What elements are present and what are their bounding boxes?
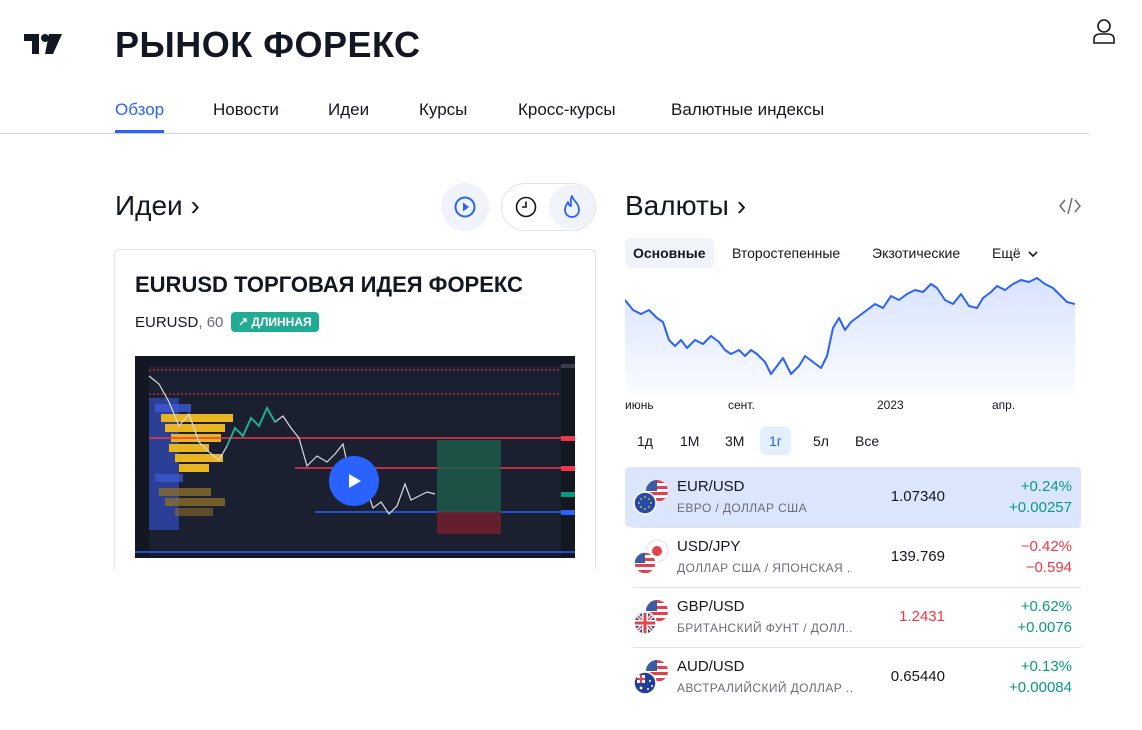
pair-description: БРИТАНСКИЙ ФУНТ / ДОЛЛ...: [677, 621, 852, 635]
tab-more[interactable]: Ещё: [984, 238, 1046, 268]
section-tabs: Обзор Новости Идеи Курсы Кросс-курсы Вал…: [0, 96, 1089, 134]
idea-symbol-meta[interactable]: EURUSD, 60: [135, 314, 223, 331]
ideas-sort-toggle: [501, 183, 596, 231]
row-divider: [633, 587, 1081, 588]
currencies-heading-link[interactable]: Валюты ›: [625, 190, 746, 222]
range-1m[interactable]: 1М: [671, 427, 708, 455]
tab-ideas[interactable]: Идеи: [328, 100, 369, 130]
pair-description: ДОЛЛАР США / ЯПОНСКАЯ ...: [677, 561, 852, 575]
pair-price: 1.2431: [899, 608, 945, 625]
tab-major[interactable]: Основные: [625, 238, 714, 268]
sort-recent-button[interactable]: [503, 185, 549, 229]
pair-change-absolute: +0.0076: [1017, 619, 1072, 636]
play-circle-icon: [454, 196, 476, 218]
pair-change-percent: −0.42%: [1020, 538, 1072, 555]
idea-timeframe: 60: [206, 314, 224, 331]
pair-price: 0.65440: [890, 668, 945, 685]
range-all[interactable]: Все: [846, 427, 888, 455]
tab-more-label: Ещё: [992, 245, 1021, 261]
currency-row-usdjpy[interactable]: USD/JPY ДОЛЛАР США / ЯПОНСКАЯ ... 139.76…: [625, 527, 1081, 587]
gb-us-flags-icon: [633, 600, 668, 635]
chevron-down-icon: [1027, 251, 1038, 258]
page-title: РЫНОК ФОРЕКС: [115, 24, 421, 65]
us-jp-flags-icon: [633, 539, 669, 575]
ideas-heading-link[interactable]: Идеи ›: [115, 190, 200, 222]
pair-change-absolute: +0.00084: [1009, 679, 1072, 696]
pair-change-percent: +0.62%: [1020, 598, 1072, 615]
currency-row-gbpusd[interactable]: GBP/USD БРИТАНСКИЙ ФУНТ / ДОЛЛ... 1.2431…: [625, 587, 1081, 647]
idea-title[interactable]: EURUSD ТОРГОВАЯ ИДЕЯ ФОРЕКС: [135, 272, 523, 298]
tab-news[interactable]: Новости: [213, 100, 279, 130]
sort-popular-button[interactable]: [549, 185, 595, 229]
tab-cross-rates[interactable]: Кросс-курсы: [518, 100, 616, 130]
eu-us-flags-icon: [633, 480, 668, 515]
pair-change-percent: +0.13%: [1020, 658, 1072, 675]
currency-row-eurusd[interactable]: EUR/USD ЕВРО / ДОЛЛАР США 1.07340 +0.24%…: [625, 467, 1081, 527]
axis-label-sept: сент.: [728, 398, 755, 412]
range-1y[interactable]: 1г: [760, 427, 791, 455]
tab-currency-indices[interactable]: Валютные индексы: [671, 100, 824, 130]
currency-row-audusd[interactable]: AUD/USD АВСТРАЛИЙСКИЙ ДОЛЛАР ... 0.65440…: [625, 647, 1081, 707]
currency-mini-chart[interactable]: [625, 270, 1075, 395]
range-1d[interactable]: 1д: [628, 427, 662, 455]
pair-change-absolute: +0.00257: [1009, 499, 1072, 516]
pair-change-absolute: −0.594: [1025, 559, 1072, 576]
user-icon[interactable]: [1092, 18, 1116, 44]
row-divider: [633, 527, 1081, 528]
range-3m[interactable]: 3М: [716, 427, 753, 455]
chart-area-fill: [625, 278, 1075, 395]
axis-label-june: июнь: [625, 398, 654, 412]
flame-icon: [564, 195, 580, 218]
tab-minor[interactable]: Второстепенные: [724, 238, 848, 268]
pair-description: ЕВРО / ДОЛЛАР США: [677, 501, 807, 515]
play-icon: [349, 474, 361, 488]
video-ideas-button[interactable]: [441, 183, 489, 231]
pair-symbol[interactable]: AUD/USD: [677, 658, 745, 675]
axis-label-2023: 2023: [877, 398, 904, 412]
pair-symbol[interactable]: EUR/USD: [677, 478, 745, 495]
pair-symbol[interactable]: USD/JPY: [677, 538, 740, 555]
code-icon[interactable]: [1058, 196, 1082, 216]
tab-overview[interactable]: Обзор: [115, 100, 165, 133]
pair-price: 139.769: [890, 548, 945, 565]
pair-price: 1.07340: [890, 488, 945, 505]
tab-rates[interactable]: Курсы: [419, 100, 467, 130]
idea-chart-preview[interactable]: [135, 356, 575, 558]
row-divider: [633, 647, 1081, 648]
range-5y[interactable]: 5л: [804, 427, 838, 455]
idea-symbol[interactable]: EURUSD: [135, 314, 198, 331]
pair-symbol[interactable]: GBP/USD: [677, 598, 745, 615]
pair-description: АВСТРАЛИЙСКИЙ ДОЛЛАР ...: [677, 681, 852, 695]
long-badge[interactable]: ↗ ДЛИННАЯ: [231, 312, 319, 332]
pair-change-percent: +0.24%: [1020, 478, 1072, 495]
clock-icon: [515, 196, 537, 218]
play-video-button[interactable]: [329, 456, 379, 506]
axis-label-apr: апр.: [992, 398, 1016, 412]
au-us-flags-icon: [633, 660, 668, 695]
idea-card[interactable]: EURUSD ТОРГОВАЯ ИДЕЯ ФОРЕКС EURUSD, 60 ↗…: [114, 249, 596, 569]
tab-exotic[interactable]: Экзотические: [864, 238, 968, 268]
tradingview-logo[interactable]: [24, 34, 62, 54]
